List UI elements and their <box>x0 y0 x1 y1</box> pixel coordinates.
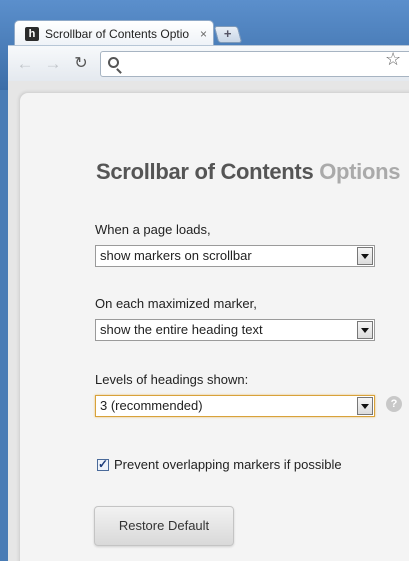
address-bar[interactable] <box>100 51 409 77</box>
new-tab-button[interactable]: + <box>213 26 243 43</box>
options-card: Scrollbar of Contents Options When a pag… <box>20 93 409 561</box>
heading-levels-select-value: 3 (recommended) <box>100 398 203 413</box>
bookmark-star-icon[interactable]: ☆ <box>385 49 401 70</box>
back-arrow-icon[interactable]: ← <box>14 53 36 75</box>
search-icon <box>108 57 119 68</box>
help-icon[interactable]: ? <box>386 396 402 412</box>
forward-arrow-icon[interactable]: → <box>42 53 64 75</box>
page-title: Scrollbar of Contents Options <box>96 159 401 185</box>
plus-icon: + <box>224 26 232 41</box>
browser-toolbar: ← → ↻ ☆ <box>8 45 409 81</box>
heading-levels-label: Levels of headings shown: <box>95 372 249 387</box>
overlap-checkbox[interactable] <box>97 457 109 471</box>
restore-default-button[interactable]: Restore Default <box>94 506 234 546</box>
page-load-select[interactable]: show markers on scrollbar <box>95 245 375 267</box>
chevron-down-icon[interactable] <box>357 397 373 415</box>
maximized-marker-select-value: show the entire heading text <box>100 322 263 337</box>
favicon-icon: h <box>25 26 39 41</box>
maximized-marker-select[interactable]: show the entire heading text <box>95 319 375 341</box>
overlap-option[interactable]: Prevent overlapping markers if possible <box>97 457 342 472</box>
chevron-down-icon[interactable] <box>357 321 373 339</box>
overlap-checkbox-label: Prevent overlapping markers if possible <box>114 457 342 472</box>
page-load-select-value: show markers on scrollbar <box>100 248 252 263</box>
page-area: Scrollbar of Contents Options When a pag… <box>8 81 409 561</box>
page-title-main: Scrollbar of Contents <box>96 159 314 184</box>
page-title-secondary: Options <box>319 159 401 184</box>
heading-levels-select[interactable]: 3 (recommended) <box>95 395 375 417</box>
reload-icon[interactable]: ↻ <box>70 53 92 75</box>
tab-title: Scrollbar of Contents Optio <box>45 26 190 41</box>
chevron-down-icon[interactable] <box>357 247 373 265</box>
maximized-marker-label: On each maximized marker, <box>95 296 257 311</box>
browser-tab[interactable]: h Scrollbar of Contents Optio × <box>14 20 214 46</box>
page-load-label: When a page loads, <box>95 222 211 237</box>
close-icon[interactable]: × <box>200 27 207 41</box>
